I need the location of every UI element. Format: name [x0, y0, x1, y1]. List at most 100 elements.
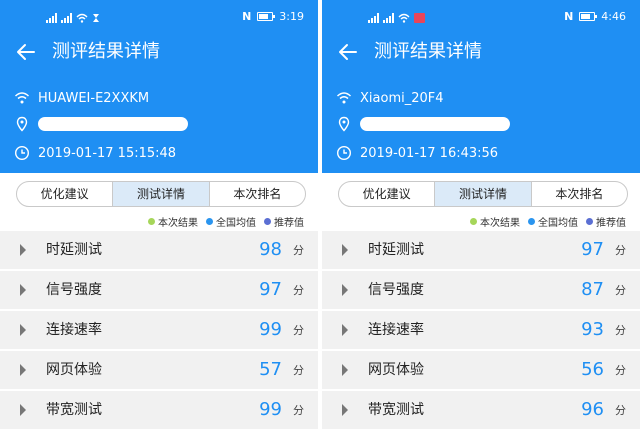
item-label: 带宽测试: [46, 402, 102, 418]
app-bar: 测评结果详情: [322, 34, 640, 74]
item-score: 96: [581, 399, 604, 420]
item-score: 97: [259, 279, 282, 300]
expand-caret-icon: [342, 364, 348, 376]
expand-caret-icon: [20, 324, 26, 336]
item-score: 99: [259, 399, 282, 420]
status-time: 4:46: [601, 10, 626, 23]
expand-caret-icon: [20, 404, 26, 416]
legend-dot: [586, 218, 593, 225]
legend: 本次结果 全国均值 推荐值: [148, 214, 304, 229]
legend-item: 本次结果: [148, 214, 198, 229]
legend-label: 本次结果: [480, 218, 520, 229]
tab-ranking[interactable]: 本次排名: [208, 182, 305, 206]
clock-icon: [14, 145, 30, 161]
list-item[interactable]: 网页体验 56 分: [322, 351, 640, 389]
item-label: 网页体验: [368, 362, 424, 378]
back-arrow-icon[interactable]: [336, 40, 360, 64]
redacted-address: [360, 117, 510, 131]
expand-caret-icon: [342, 244, 348, 256]
legend-item: 全国均值: [528, 214, 578, 229]
status-right: N 3:19: [242, 10, 304, 23]
clock-icon: [336, 145, 352, 161]
list-item[interactable]: 带宽测试 99 分: [0, 391, 318, 429]
wifi-status-icon: [398, 13, 410, 23]
item-unit: 分: [615, 364, 626, 377]
legend-dot: [528, 218, 535, 225]
legend-dot: [264, 218, 271, 225]
status-right: N 4:46: [564, 10, 626, 23]
header-area: N 3:19 测评结果详情 HUAWEI-E2XXKM 2019-01-17 1…: [0, 0, 318, 173]
list-item[interactable]: 连接速率 99 分: [0, 311, 318, 349]
tab-optimization[interactable]: 优化建议: [339, 182, 434, 206]
redacted-address: [38, 117, 188, 131]
item-score: 57: [259, 359, 282, 380]
tab-test-details[interactable]: 测试详情: [434, 182, 531, 206]
status-icons: [46, 12, 100, 24]
test-datetime: 2019-01-17 16:43:56: [360, 145, 499, 161]
list-item[interactable]: 信号强度 87 分: [322, 271, 640, 309]
item-unit: 分: [293, 404, 304, 417]
phone-screen-left: N 3:19 测评结果详情 HUAWEI-E2XXKM 2019-01-17 1…: [0, 0, 318, 433]
item-label: 时延测试: [46, 242, 102, 258]
tab-ranking[interactable]: 本次排名: [530, 182, 627, 206]
status-bar: N 3:19: [0, 0, 318, 34]
result-card: 优化建议 测试详情 本次排名 本次结果 全国均值 推荐值 时延测试 98 分 信号强…: [0, 173, 318, 433]
list-item[interactable]: 时延测试 97 分: [322, 231, 640, 269]
result-list: 时延测试 98 分 信号强度 97 分 连接速率 99 分 网页体验 57 分 带宽测试 99 分: [0, 231, 318, 431]
expand-caret-icon: [20, 244, 26, 256]
wifi-name-row: HUAWEI-E2XXKM: [14, 88, 149, 108]
list-item[interactable]: 信号强度 97 分: [0, 271, 318, 309]
header-area: N 4:46 测评结果详情 Xiaomi_20F4 2019-01-17 16:…: [322, 0, 640, 173]
legend-item: 全国均值: [206, 214, 256, 229]
legend-label: 本次结果: [158, 218, 198, 229]
page-title: 测评结果详情: [52, 41, 160, 62]
location-pin-icon: [16, 116, 28, 132]
test-datetime: 2019-01-17 15:15:48: [38, 145, 177, 161]
legend-label: 推荐值: [274, 218, 304, 229]
list-item[interactable]: 连接速率 93 分: [322, 311, 640, 349]
status-icons: [368, 12, 425, 24]
expand-caret-icon: [20, 364, 26, 376]
item-label: 信号强度: [46, 282, 102, 298]
tab-optimization[interactable]: 优化建议: [17, 182, 112, 206]
status-time: 3:19: [279, 10, 304, 23]
legend-dot: [206, 218, 213, 225]
back-arrow-icon[interactable]: [14, 40, 38, 64]
wifi-name-row: Xiaomi_20F4: [336, 88, 444, 108]
location-row: [14, 114, 188, 134]
notification-icon: [414, 13, 425, 23]
phone-screen-right: N 4:46 测评结果详情 Xiaomi_20F4 2019-01-17 16:…: [322, 0, 640, 433]
expand-caret-icon: [342, 404, 348, 416]
item-score: 56: [581, 359, 604, 380]
time-row: 2019-01-17 15:15:48: [14, 143, 176, 163]
item-label: 带宽测试: [368, 402, 424, 418]
item-label: 连接速率: [368, 322, 424, 338]
legend-label: 推荐值: [596, 218, 626, 229]
list-item[interactable]: 带宽测试 96 分: [322, 391, 640, 429]
item-score: 93: [581, 319, 604, 340]
item-label: 连接速率: [46, 322, 102, 338]
time-row: 2019-01-17 16:43:56: [336, 143, 498, 163]
signal-icon: [368, 13, 379, 23]
app-bar: 测评结果详情: [0, 34, 318, 74]
legend-dot: [148, 218, 155, 225]
item-score: 99: [259, 319, 282, 340]
result-card: 优化建议 测试详情 本次排名 本次结果 全国均值 推荐值 时延测试 97 分 信号强…: [322, 173, 640, 433]
wifi-ssid: Xiaomi_20F4: [360, 90, 444, 106]
wifi-ssid: HUAWEI-E2XXKM: [38, 90, 150, 106]
status-bar: N 4:46: [322, 0, 640, 34]
battery-icon: [257, 12, 276, 21]
item-unit: 分: [615, 284, 626, 297]
wifi-icon: [14, 92, 30, 104]
legend-item: 推荐值: [586, 214, 626, 229]
list-item[interactable]: 网页体验 57 分: [0, 351, 318, 389]
signal-icon-2: [61, 13, 72, 23]
hourglass-icon: [93, 14, 99, 22]
nfc-icon: N: [564, 10, 574, 23]
item-unit: 分: [615, 404, 626, 417]
location-row: [336, 114, 510, 134]
tab-test-details[interactable]: 测试详情: [112, 182, 209, 206]
segment-tabs: 优化建议 测试详情 本次排名: [16, 181, 306, 207]
list-item[interactable]: 时延测试 98 分: [0, 231, 318, 269]
item-unit: 分: [293, 364, 304, 377]
